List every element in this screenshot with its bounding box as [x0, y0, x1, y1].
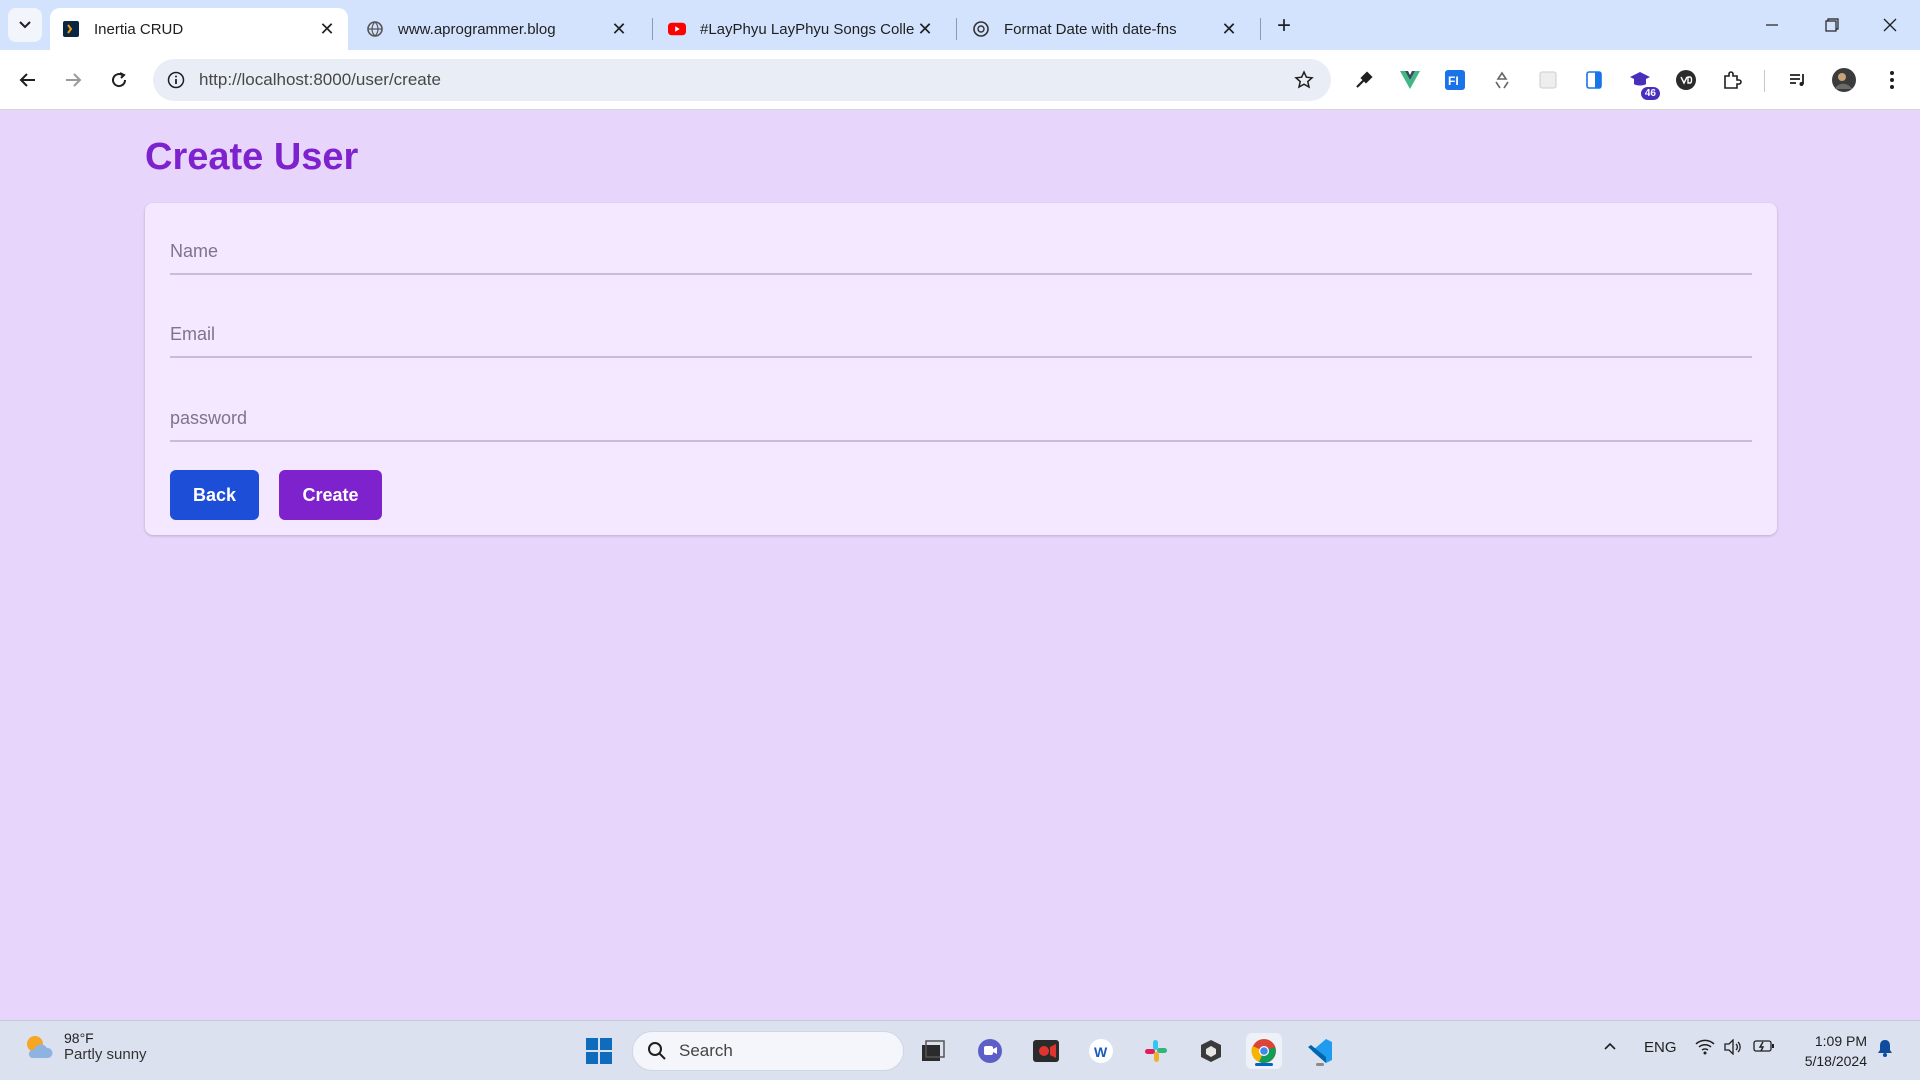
- restore-button[interactable]: [1812, 8, 1852, 42]
- vd-extension-icon[interactable]: [1672, 66, 1700, 94]
- youtube-icon: [668, 20, 686, 38]
- arrow-right-icon: [66, 73, 82, 87]
- reload-button[interactable]: [103, 64, 135, 96]
- address-bar[interactable]: http://localhost:8000/user/create: [153, 59, 1331, 101]
- chevron-up-icon: [1604, 1042, 1616, 1050]
- tab-search-button[interactable]: [8, 8, 42, 42]
- browser-toolbar: http://localhost:8000/user/create FI 46: [0, 50, 1920, 110]
- tab-title: Inertia CRUD: [94, 20, 184, 38]
- screen-recorder-icon[interactable]: [1028, 1033, 1064, 1069]
- page-title: Create User: [145, 136, 359, 178]
- tab-title: Format Date with date-fns: [1004, 20, 1177, 38]
- close-icon[interactable]: ✕: [914, 18, 936, 40]
- create-button[interactable]: Create: [279, 470, 382, 520]
- clock-date: 5/18/2024: [1804, 1053, 1867, 1069]
- search-icon: [648, 1042, 666, 1060]
- svg-text:W: W: [1094, 1044, 1108, 1060]
- password-field[interactable]: [170, 402, 1752, 442]
- restore-icon: [1825, 18, 1839, 32]
- name-field[interactable]: [170, 235, 1752, 275]
- close-icon[interactable]: ✕: [1218, 18, 1240, 40]
- tab-separator: [956, 18, 957, 40]
- close-icon[interactable]: ✕: [316, 18, 338, 40]
- toolbar-separator: [1764, 70, 1765, 92]
- fi-extension-icon[interactable]: FI: [1441, 66, 1469, 94]
- slack-icon[interactable]: [1138, 1033, 1174, 1069]
- tab-date-fns[interactable]: Format Date with date-fns ✕: [960, 8, 1250, 50]
- language-indicator[interactable]: ENG: [1644, 1039, 1677, 1056]
- back-button[interactable]: Back: [170, 470, 259, 520]
- wifi-icon[interactable]: [1695, 1039, 1715, 1059]
- task-view-icon[interactable]: [915, 1033, 951, 1069]
- url-text[interactable]: http://localhost:8000/user/create: [199, 70, 1289, 90]
- reload-icon: [112, 72, 127, 88]
- tab-youtube[interactable]: #LayPhyu LayPhyu Songs Colle ✕: [656, 8, 946, 50]
- globe-icon: [366, 20, 384, 38]
- browser-tab-bar: Inertia CRUD ✕ www.aprogrammer.blog ✕ #L…: [0, 0, 1920, 50]
- eyedropper-extension-icon[interactable]: [1350, 66, 1378, 94]
- notification-bell-icon[interactable]: [1876, 1038, 1894, 1062]
- start-button[interactable]: [581, 1033, 617, 1069]
- search-label: Search: [679, 1041, 733, 1060]
- puzzle-extensions-icon[interactable]: [1718, 66, 1746, 94]
- more-menu-icon[interactable]: [1878, 66, 1906, 94]
- inertia-favicon-icon: [62, 20, 80, 38]
- weather-condition: Partly sunny: [64, 1046, 147, 1063]
- windows-logo-icon: [586, 1038, 612, 1064]
- forward-nav-button[interactable]: [57, 64, 89, 96]
- weather-widget[interactable]: 98°F Partly sunny: [22, 1030, 147, 1063]
- minimize-button[interactable]: [1752, 8, 1792, 42]
- create-user-form: Back Create: [145, 203, 1777, 535]
- vue-devtools-icon[interactable]: [1396, 66, 1424, 94]
- email-field[interactable]: [170, 318, 1752, 358]
- cube-app-icon[interactable]: [1193, 1033, 1229, 1069]
- site-info-icon[interactable]: [165, 69, 187, 91]
- chevron-down-icon: [19, 21, 31, 29]
- tab-aprogrammer[interactable]: www.aprogrammer.blog ✕: [354, 8, 640, 50]
- extension-badge: 46: [1640, 87, 1660, 100]
- back-nav-button[interactable]: [12, 64, 44, 96]
- show-hidden-icons[interactable]: [1603, 1039, 1617, 1057]
- close-icon[interactable]: ✕: [608, 18, 630, 40]
- teams-chat-icon[interactable]: [972, 1033, 1008, 1069]
- clock-time: 1:09 PM: [1814, 1033, 1867, 1049]
- word-icon[interactable]: W: [1083, 1033, 1119, 1069]
- minimize-icon: [1766, 24, 1778, 26]
- new-tab-button[interactable]: +: [1270, 12, 1298, 40]
- tab-inertia-crud[interactable]: Inertia CRUD ✕: [50, 8, 348, 50]
- tab-title: www.aprogrammer.blog: [398, 20, 556, 38]
- vscode-icon[interactable]: [1302, 1033, 1338, 1069]
- sidebar-extension-icon[interactable]: [1580, 66, 1608, 94]
- tab-title: #LayPhyu LayPhyu Songs Colle: [700, 20, 914, 38]
- tab-separator: [1260, 18, 1261, 40]
- recycle-extension-icon[interactable]: [1488, 66, 1516, 94]
- running-indicator: [1255, 1063, 1273, 1066]
- running-indicator: [1316, 1063, 1324, 1066]
- close-icon: [1883, 18, 1897, 32]
- system-clock[interactable]: 1:09 PM 5/18/2024: [1795, 1031, 1867, 1071]
- windows-taskbar: 98°F Partly sunny Search W ENG 1:09 PM 5…: [0, 1020, 1920, 1080]
- close-window-button[interactable]: [1870, 8, 1910, 42]
- partly-sunny-icon: [27, 1035, 53, 1058]
- chrome-icon[interactable]: [1246, 1033, 1282, 1069]
- profile-avatar[interactable]: [1830, 66, 1858, 94]
- arrow-left-icon: [19, 73, 35, 87]
- graduation-cap-extension-icon[interactable]: 46: [1626, 66, 1660, 100]
- blank-extension-icon[interactable]: [1534, 66, 1562, 94]
- volume-icon[interactable]: [1723, 1038, 1743, 1059]
- taskbar-search[interactable]: Search: [632, 1031, 904, 1071]
- battery-icon[interactable]: [1753, 1039, 1775, 1057]
- svg-text:FI: FI: [1448, 74, 1459, 88]
- openai-icon: [972, 20, 990, 38]
- tab-separator: [652, 18, 653, 40]
- media-control-icon[interactable]: [1784, 66, 1812, 94]
- bookmark-star-icon[interactable]: [1289, 65, 1319, 95]
- weather-temperature: 98°F: [64, 1030, 94, 1046]
